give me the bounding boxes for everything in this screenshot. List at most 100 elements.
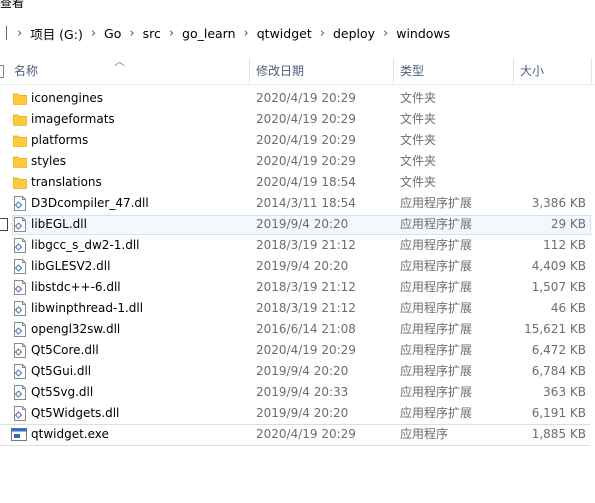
breadcrumb-separator-icon[interactable]: › (316, 26, 329, 41)
file-type: 应用程序扩展 (400, 301, 473, 315)
column-size[interactable]: 大小 (514, 58, 590, 84)
file-row[interactable]: Qt5Svg.dll 2019/9/4 20:33 应用程序扩展 363 KB (0, 382, 595, 403)
file-date: 2018/3/19 21:12 (256, 238, 356, 252)
hover-row-outline (0, 424, 590, 446)
file-name: platforms (31, 133, 89, 147)
file-row[interactable]: Qt5Gui.dll 2019/9/4 20:20 应用程序扩展 6,784 KB (0, 361, 595, 382)
dll-file-icon (13, 301, 27, 316)
file-name: libstdc++-6.dll (31, 280, 121, 294)
breadcrumb-item[interactable]: windows (392, 26, 454, 41)
file-date: 2019/9/4 20:20 (256, 259, 349, 273)
file-date: 2020/4/19 20:29 (256, 112, 356, 126)
dll-file-icon (13, 238, 27, 253)
file-row[interactable]: libstdc++-6.dll 2018/3/19 21:12 应用程序扩展 1,50… (0, 277, 595, 298)
file-name: libEGL.dll (31, 217, 87, 231)
dll-file-icon (13, 322, 27, 337)
dll-file-icon (13, 343, 27, 358)
address-bar-edge (0, 26, 7, 40)
dll-file-icon (13, 385, 27, 400)
dll-file-icon (13, 280, 27, 295)
file-row[interactable]: opengl32sw.dll 2016/6/14 21:08 应用程序扩展 15,62… (0, 319, 595, 340)
breadcrumb-item[interactable]: qtwidget (253, 26, 316, 41)
file-name: styles (31, 154, 67, 168)
file-type: 文件夹 (400, 133, 437, 147)
file-type: 应用程序扩展 (400, 196, 473, 210)
file-size: 3,386 KB (531, 196, 586, 210)
file-row[interactable]: libEGL.dll 2019/9/4 20:20 应用程序扩展 29 KB (0, 214, 595, 235)
breadcrumb-item[interactable]: src (139, 26, 165, 41)
file-row[interactable]: translations 2020/4/19 18:54 文件夹 (0, 172, 595, 193)
window-title-fragment: 查看 (0, 0, 595, 8)
file-name: libGLESV2.dll (31, 259, 111, 273)
file-date: 2019/9/4 20:20 (256, 406, 349, 420)
address-bar[interactable]: › 项目 (G:) › Go › src › go_learn › qtwidget › deploy… (0, 20, 595, 46)
column-type[interactable]: 类型 (394, 58, 512, 84)
column-header: ︿ 名称 修改日期 类型 大小 (0, 55, 595, 85)
file-date: 2014/3/11 18:54 (256, 196, 356, 210)
file-size: 6,784 KB (531, 364, 586, 378)
file-date: 2019/9/4 20:20 (256, 217, 349, 231)
file-row[interactable]: libwinpthread-1.dll 2018/3/19 21:12 应用程序扩展… (0, 298, 595, 319)
row-checkbox[interactable] (0, 218, 8, 231)
file-type: 文件夹 (400, 154, 437, 168)
file-date: 2020/4/19 20:29 (256, 154, 356, 168)
file-date: 2018/3/19 21:12 (256, 280, 356, 294)
file-name: Qt5Core.dll (31, 343, 99, 357)
breadcrumb-separator-icon[interactable]: › (125, 26, 138, 41)
breadcrumb-item[interactable]: Go (100, 26, 125, 41)
file-name: Qt5Gui.dll (31, 364, 92, 378)
folder-icon (13, 175, 27, 190)
file-row[interactable]: libGLESV2.dll 2019/9/4 20:20 应用程序扩展 4,409 K… (0, 256, 595, 277)
dll-file-icon (13, 364, 27, 379)
folder-icon (13, 112, 27, 127)
file-type: 应用程序扩展 (400, 217, 473, 231)
breadcrumb-separator-icon[interactable]: › (87, 26, 100, 41)
file-size: 15,621 KB (524, 322, 586, 336)
file-row[interactable]: Qt5Core.dll 2020/4/19 20:29 应用程序扩展 6,472 KB (0, 340, 595, 361)
select-all-checkbox[interactable] (0, 65, 4, 78)
file-row[interactable]: Qt5Widgets.dll 2019/9/4 20:20 应用程序扩展 6,191 … (0, 403, 595, 424)
breadcrumb-separator-icon[interactable]: › (13, 26, 26, 41)
file-size: 6,191 KB (531, 406, 586, 420)
file-type: 文件夹 (400, 91, 437, 105)
file-name: Qt5Svg.dll (31, 385, 94, 399)
file-date: 2020/4/19 20:29 (256, 133, 356, 147)
file-name: opengl32sw.dll (31, 322, 121, 336)
file-row[interactable]: D3Dcompiler_47.dll 2014/3/11 18:54 应用程序扩展 3… (0, 193, 595, 214)
file-date: 2016/6/14 21:08 (256, 322, 356, 336)
file-row[interactable]: libgcc_s_dw2-1.dll 2018/3/19 21:12 应用程序扩展 1… (0, 235, 595, 256)
folder-icon (13, 154, 27, 169)
column-date[interactable]: 修改日期 (250, 58, 392, 84)
file-name: translations (31, 175, 102, 189)
file-type: 应用程序扩展 (400, 406, 473, 420)
column-name[interactable]: 名称 (8, 58, 248, 84)
folder-icon (13, 133, 27, 148)
file-size: 46 KB (550, 301, 586, 315)
breadcrumb-item[interactable]: deploy (329, 26, 379, 41)
file-date: 2020/4/19 18:54 (256, 175, 356, 189)
file-name: libgcc_s_dw2-1.dll (31, 238, 140, 252)
file-size: 29 KB (550, 217, 586, 231)
title-text: 查看 (0, 0, 25, 8)
file-type: 应用程序扩展 (400, 343, 473, 357)
breadcrumb-item[interactable]: go_learn (178, 26, 240, 41)
breadcrumb-separator-icon[interactable]: › (165, 26, 178, 41)
file-row[interactable]: iconengines 2020/4/19 20:29 文件夹 (0, 88, 595, 109)
file-row[interactable]: platforms 2020/4/19 20:29 文件夹 (0, 130, 595, 151)
file-date: 2019/9/4 20:33 (256, 385, 349, 399)
file-row[interactable]: styles 2020/4/19 20:29 文件夹 (0, 151, 595, 172)
file-type: 应用程序扩展 (400, 364, 473, 378)
file-date: 2019/9/4 20:20 (256, 364, 349, 378)
file-type: 应用程序扩展 (400, 322, 473, 336)
file-list: iconengines 2020/4/19 20:29 文件夹 imageformat… (0, 88, 595, 445)
file-name: iconengines (31, 91, 104, 105)
file-date: 2018/3/19 21:12 (256, 301, 356, 315)
file-type: 文件夹 (400, 112, 437, 126)
breadcrumb-item[interactable]: 项目 (G:) (26, 24, 87, 43)
file-row[interactable]: imageformats 2020/4/19 20:29 文件夹 (0, 109, 595, 130)
dll-file-icon (13, 259, 27, 274)
breadcrumb-separator-icon[interactable]: › (379, 26, 392, 41)
file-name: imageformats (31, 112, 115, 126)
file-name: Qt5Widgets.dll (31, 406, 120, 420)
breadcrumb-separator-icon[interactable]: › (240, 26, 253, 41)
